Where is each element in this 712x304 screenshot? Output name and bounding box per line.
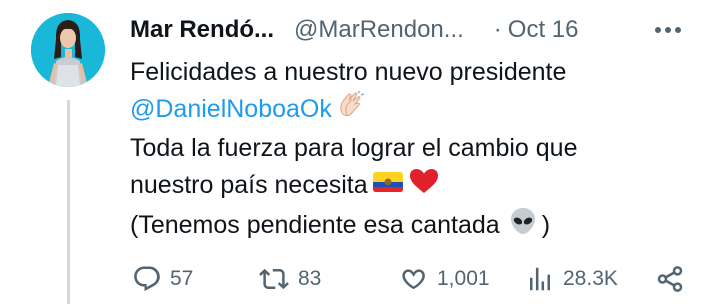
bar-chart-icon xyxy=(530,267,550,291)
repost-icon xyxy=(259,268,289,290)
author-name[interactable]: Mar Rendó... xyxy=(130,16,274,44)
tweet-text: Felicidades a nuestro nuevo presidente @… xyxy=(130,54,690,247)
share-button[interactable] xyxy=(655,262,685,296)
more-icon xyxy=(655,27,681,33)
reply-count: 57 xyxy=(170,267,194,290)
avatar-image xyxy=(31,13,105,87)
red-heart-icon xyxy=(408,167,440,206)
like-count: 1,001 xyxy=(437,267,490,290)
tweet-line-text: nuestro país necesita xyxy=(130,171,368,200)
tweet-line-text: ) xyxy=(541,211,551,240)
heart-icon xyxy=(402,269,425,290)
share-icon xyxy=(657,266,683,292)
more-options-button[interactable] xyxy=(651,13,685,47)
thread-line xyxy=(67,100,70,304)
tweet-actions: 57 83 1,001 28.3K xyxy=(130,262,690,296)
tweet-line: Toda la fuerza para lograr el cambio que xyxy=(130,134,578,162)
tweet-line: @DanielNoboaOk xyxy=(130,89,690,130)
tweet-date[interactable]: Oct 16 xyxy=(508,16,579,44)
repost-button[interactable]: 83 xyxy=(258,262,321,296)
reply-icon xyxy=(134,266,160,292)
tweet-line: (Tenemos pendiente esa cantada ) xyxy=(130,206,690,247)
avatar[interactable] xyxy=(31,13,105,87)
tweet-line-text: (Tenemos pendiente esa cantada xyxy=(130,211,500,240)
reply-button[interactable]: 57 xyxy=(132,262,193,296)
separator-dot: · xyxy=(493,16,502,43)
clapping-hands-icon xyxy=(336,89,366,130)
repost-count: 83 xyxy=(298,267,322,290)
tweet-line: Felicidades a nuestro nuevo presidente xyxy=(130,58,567,86)
alien-icon xyxy=(508,206,538,247)
views-button[interactable]: 28.3K xyxy=(525,262,618,296)
tweet-line: nuestro país necesita xyxy=(130,167,690,206)
ecuador-flag-icon xyxy=(372,168,404,205)
views-count: 28.3K xyxy=(563,267,618,290)
tweet-header: Mar Rendó... @MarRendon... · Oct 16 xyxy=(130,13,712,47)
like-button[interactable]: 1,001 xyxy=(397,262,490,296)
mention-link[interactable]: @DanielNoboaOk xyxy=(130,95,332,123)
author-handle[interactable]: @MarRendon... xyxy=(294,16,464,44)
